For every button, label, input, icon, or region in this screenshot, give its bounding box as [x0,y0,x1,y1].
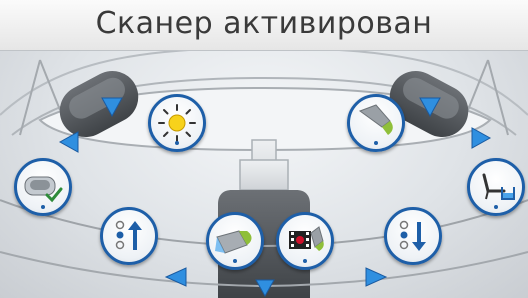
sun-icon [158,104,196,145]
chair-status-button[interactable] [14,158,72,216]
arrow-left-icon[interactable] [58,130,80,154]
chair-check-icon [24,176,63,209]
scanner-tip-button[interactable] [206,212,264,270]
screen-title: Сканер активирован [95,6,433,41]
arrow-right-icon[interactable] [470,126,492,150]
arrow-down-icon[interactable] [254,278,276,298]
water-supply-button[interactable] [467,158,525,216]
brightness-button[interactable] [148,94,206,152]
program-down-icon [399,220,426,251]
program-up-button[interactable] [100,207,158,265]
film-record-icon [289,226,324,263]
scanner-control-screen: Сканер активирован [0,0,528,298]
title-bar: Сканер активирован [0,0,528,51]
arrow-left-icon[interactable] [164,266,188,288]
instrument-button[interactable] [347,94,405,152]
program-down-button[interactable] [384,207,442,265]
scanner-tip-icon [215,230,252,263]
arrow-down-icon[interactable] [418,96,442,118]
arrow-down-icon[interactable] [100,96,124,118]
camera-record-button[interactable] [276,212,334,270]
scaler-tip-icon [358,104,393,145]
chair-water-icon [482,173,515,209]
program-up-icon [115,220,142,250]
arrow-right-icon[interactable] [364,266,388,288]
